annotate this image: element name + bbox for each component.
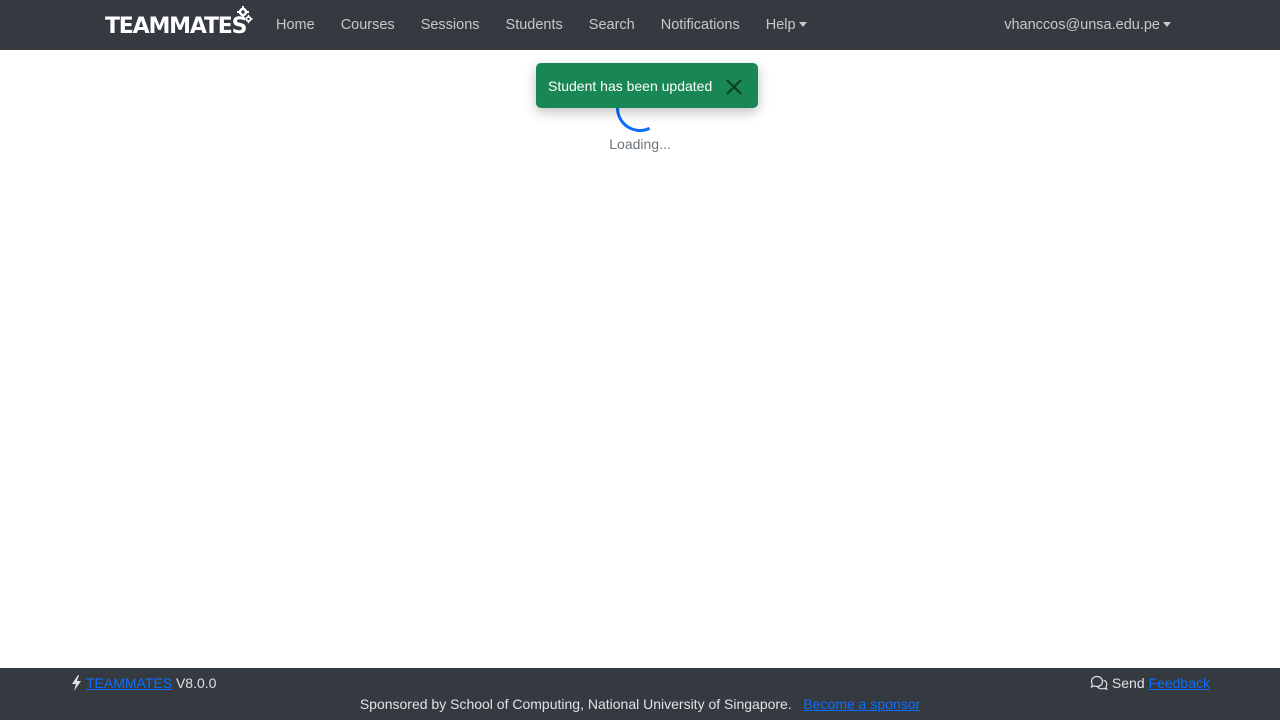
nav-sessions-label: Sessions [420, 17, 480, 33]
user-email: vhanccos@unsa.edu.pe [1004, 17, 1160, 33]
brand-logo[interactable]: TEAMMATES [105, 6, 253, 42]
nav-help-dropdown[interactable]: Help [753, 0, 820, 50]
footer-version: TEAMMATES V8.0.0 [70, 675, 216, 691]
user-account-dropdown[interactable]: vhanccos@unsa.edu.pe [1004, 0, 1171, 50]
nav-links: Home Courses Sessions Students Search No… [263, 0, 820, 50]
bolt-icon [72, 675, 81, 691]
brand-text: TEAMMATES [105, 14, 247, 39]
sponsor-text: Sponsored by School of Computing, Nation… [359, 696, 792, 712]
caret-down-icon [1163, 21, 1171, 27]
success-toast: Student has been updated [536, 63, 758, 108]
footer-feedback: Send Feedback [1090, 675, 1210, 691]
caret-down-icon [798, 21, 807, 27]
nav-notifications-label: Notifications [660, 17, 740, 33]
top-navbar: TEAMMATES Home Courses Sessions Students… [0, 0, 1280, 50]
nav-sessions[interactable]: Sessions [408, 0, 493, 50]
nav-home-label: Home [276, 17, 315, 33]
become-sponsor-link[interactable]: Become a sponsor [803, 696, 920, 712]
feedback-link[interactable]: Feedback [1149, 675, 1210, 691]
version-text: V8.0.0 [175, 675, 217, 691]
chat-icon [1090, 675, 1108, 691]
nav-search[interactable]: Search [576, 0, 648, 50]
nav-notifications[interactable]: Notifications [648, 0, 753, 50]
nav-search-label: Search [588, 17, 635, 33]
nav-students-label: Students [505, 17, 563, 33]
send-label: Send [1111, 675, 1145, 691]
gear-icon [237, 6, 253, 24]
page-footer: TEAMMATES V8.0.0 Send Feedback Sponsored… [0, 668, 1280, 720]
nav-courses[interactable]: Courses [328, 0, 408, 50]
loading-text: Loading... [609, 136, 671, 152]
nav-home[interactable]: Home [263, 0, 328, 50]
nav-courses-label: Courses [340, 17, 395, 33]
teammates-link[interactable]: TEAMMATES [86, 675, 172, 691]
nav-help-label: Help [765, 17, 796, 33]
sponsor-line: Sponsored by School of Computing, Nation… [0, 696, 1280, 712]
nav-students[interactable]: Students [493, 0, 576, 50]
toast-message: Student has been updated [548, 77, 713, 94]
close-icon[interactable] [723, 76, 745, 98]
